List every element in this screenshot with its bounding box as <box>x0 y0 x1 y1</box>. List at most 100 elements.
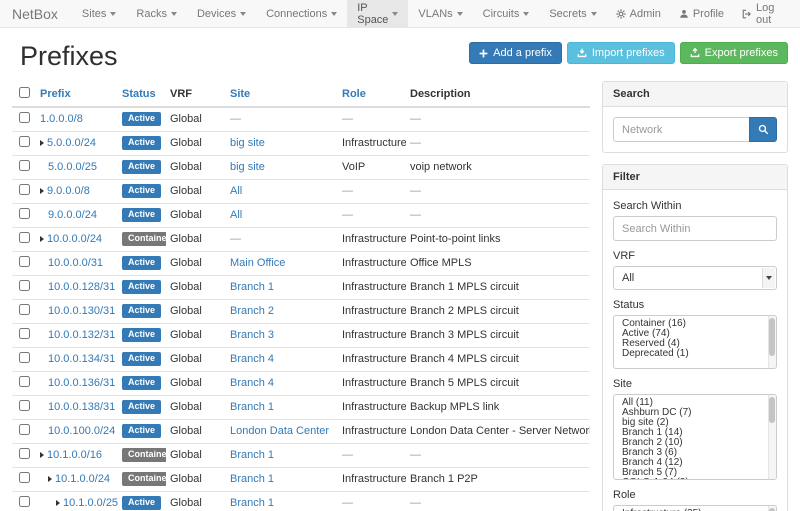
export-prefixes-button[interactable]: Export prefixes <box>680 42 788 64</box>
site-link[interactable]: Branch 2 <box>230 305 274 317</box>
prefix-link[interactable]: 10.0.100.0/24 <box>48 425 115 437</box>
row-checkbox[interactable] <box>19 232 30 243</box>
column-header-role[interactable]: Role <box>342 88 366 100</box>
row-checkbox[interactable] <box>19 496 30 507</box>
row-checkbox[interactable] <box>19 136 30 147</box>
nav-item-circuits[interactable]: Circuits <box>473 0 540 27</box>
scrollbar[interactable] <box>768 316 776 368</box>
site-link[interactable]: Branch 4 <box>230 353 274 365</box>
row-checkbox[interactable] <box>19 280 30 291</box>
column-header-status[interactable]: Status <box>122 88 156 100</box>
gear-icon <box>616 9 626 19</box>
site-link[interactable]: Branch 1 <box>230 473 274 485</box>
prefix-link[interactable]: 10.0.0.138/31 <box>48 401 115 413</box>
nav-item-connections[interactable]: Connections <box>256 0 347 27</box>
row-checkbox[interactable] <box>19 472 30 483</box>
row-checkbox[interactable] <box>19 376 30 387</box>
nav-item-secrets[interactable]: Secrets <box>539 0 606 27</box>
vrf-cell: Global <box>166 396 226 420</box>
row-checkbox[interactable] <box>19 328 30 339</box>
select-all-checkbox[interactable] <box>19 87 30 98</box>
chevron-down-icon <box>171 12 177 16</box>
expand-arrow-icon[interactable] <box>40 188 44 194</box>
scrollbar[interactable] <box>768 395 776 479</box>
site-link[interactable]: Branch 4 <box>230 377 274 389</box>
status-listbox[interactable]: Container (16)Active (74)Reserved (4)Dep… <box>613 315 777 369</box>
row-checkbox[interactable] <box>19 160 30 171</box>
add-prefix-button[interactable]: Add a prefix <box>469 42 562 64</box>
row-checkbox[interactable] <box>19 424 30 435</box>
row-checkbox[interactable] <box>19 304 30 315</box>
prefix-link[interactable]: 10.1.0.0/25 <box>63 497 118 509</box>
prefix-link[interactable]: 10.1.0.0/16 <box>47 449 102 461</box>
vrf-select[interactable]: All <box>613 266 777 290</box>
profile-link[interactable]: Profile <box>670 0 733 27</box>
prefix-link[interactable]: 10.0.0.130/31 <box>48 305 115 317</box>
search-within-input[interactable] <box>613 216 777 241</box>
row-checkbox[interactable] <box>19 352 30 363</box>
prefix-link[interactable]: 10.0.0.0/31 <box>48 257 103 269</box>
nav-item-label: Connections <box>266 8 327 20</box>
column-header-site[interactable]: Site <box>230 88 250 100</box>
site-link[interactable]: big site <box>230 137 265 149</box>
filter-panel: Filter Search Within VRF All Status Cont… <box>602 164 788 511</box>
expand-arrow-icon[interactable] <box>40 452 44 458</box>
site-link[interactable]: Branch 1 <box>230 449 274 461</box>
nav-item-sites[interactable]: Sites <box>72 0 126 27</box>
prefix-link[interactable]: 10.1.0.0/24 <box>55 473 110 485</box>
prefix-link[interactable]: 9.0.0.0/24 <box>48 209 97 221</box>
site-link[interactable]: Branch 1 <box>230 401 274 413</box>
prefix-link[interactable]: 10.0.0.132/31 <box>48 329 115 341</box>
prefix-link[interactable]: 9.0.0.0/8 <box>47 185 90 197</box>
nav-item-label: Racks <box>136 8 167 20</box>
prefix-link[interactable]: 10.0.0.136/31 <box>48 377 115 389</box>
nav-item-devices[interactable]: Devices <box>187 0 256 27</box>
expand-arrow-icon[interactable] <box>48 476 52 482</box>
row-checkbox[interactable] <box>19 112 30 123</box>
logout-link[interactable]: Log out <box>733 0 800 27</box>
prefix-link[interactable]: 10.0.0.0/24 <box>47 233 102 245</box>
site-link[interactable]: Branch 1 <box>230 281 274 293</box>
expand-arrow-icon[interactable] <box>56 500 60 506</box>
empty-marker: — <box>410 113 421 125</box>
filter-option[interactable]: Deprecated (1) <box>614 349 776 359</box>
expand-arrow-icon[interactable] <box>40 236 44 242</box>
admin-link[interactable]: Admin <box>607 0 670 27</box>
prefix-link[interactable]: 1.0.0.0/8 <box>40 113 83 125</box>
column-header-prefix[interactable]: Prefix <box>40 88 71 100</box>
nav-item-ip-space[interactable]: IP Space <box>347 0 408 27</box>
vrf-label: VRF <box>613 250 777 262</box>
description-cell: Branch 5 MPLS circuit <box>406 372 590 396</box>
filter-option[interactable]: COLO-1-24 (3) <box>614 478 776 480</box>
prefix-link[interactable]: 10.0.0.128/31 <box>48 281 115 293</box>
prefix-link[interactable]: 10.0.0.134/31 <box>48 353 115 365</box>
scrollbar-thumb[interactable] <box>769 397 775 423</box>
row-checkbox[interactable] <box>19 256 30 267</box>
row-checkbox[interactable] <box>19 400 30 411</box>
import-prefixes-button[interactable]: Import prefixes <box>567 42 675 64</box>
row-checkbox[interactable] <box>19 448 30 459</box>
site-link[interactable]: All <box>230 185 242 197</box>
empty-marker: — <box>342 497 353 509</box>
brand-logo[interactable]: NetBox <box>0 0 72 27</box>
site-listbox[interactable]: All (11)Ashburn DC (7)big site (2)Branch… <box>613 394 777 480</box>
site-link[interactable]: Branch 3 <box>230 329 274 341</box>
role-listbox[interactable]: Infrastructure (25)Management (8)Private… <box>613 505 777 511</box>
expand-arrow-icon[interactable] <box>40 140 44 146</box>
nav-item-vlans[interactable]: VLANs <box>408 0 472 27</box>
row-checkbox[interactable] <box>19 184 30 195</box>
nav-item-racks[interactable]: Racks <box>126 0 187 27</box>
search-input[interactable] <box>613 117 749 142</box>
search-button[interactable] <box>749 117 777 142</box>
site-link[interactable]: big site <box>230 161 265 173</box>
table-row: 1.0.0.0/8ActiveGlobal——— <box>12 107 590 132</box>
prefix-link[interactable]: 5.0.0.0/25 <box>48 161 97 173</box>
site-link[interactable]: All <box>230 209 242 221</box>
site-link[interactable]: Branch 1 <box>230 497 274 509</box>
prefix-link[interactable]: 5.0.0.0/24 <box>47 137 96 149</box>
scrollbar[interactable] <box>768 506 776 511</box>
site-link[interactable]: London Data Center <box>230 425 329 437</box>
site-link[interactable]: Main Office <box>230 257 285 269</box>
row-checkbox[interactable] <box>19 208 30 219</box>
scrollbar-thumb[interactable] <box>769 318 775 356</box>
